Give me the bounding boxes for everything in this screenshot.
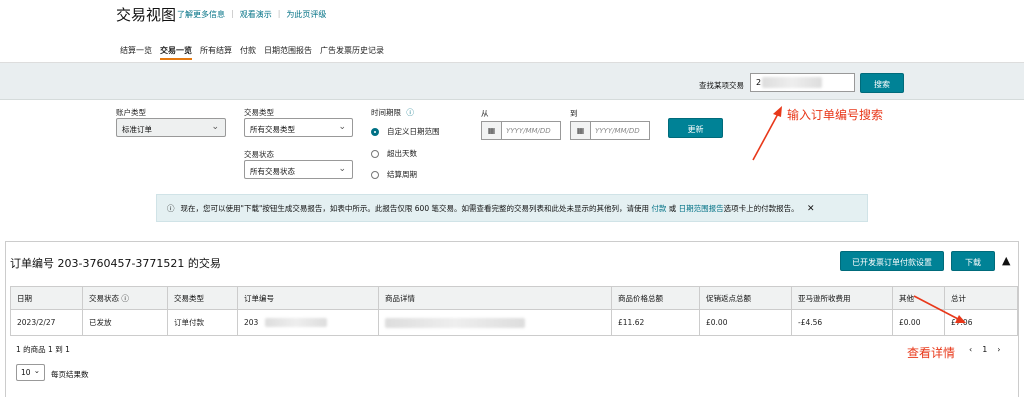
column-header: 促销返点总额 <box>699 286 792 310</box>
info-icon[interactable]: ⓘ <box>121 294 129 303</box>
pagination: ‹ 1 › <box>969 345 1001 354</box>
search-button[interactable]: 搜索 <box>860 73 904 93</box>
tab-bar: 结算一览 交易一览 所有结算 付款 日期范围报告 广告发票历史记录 <box>120 45 384 60</box>
product-cell <box>378 309 612 336</box>
account-type-label: 账户类型 <box>116 108 146 117</box>
learn-more-link[interactable]: 了解更多信息 <box>177 9 225 20</box>
search-annotation: 输入订单编号搜索 <box>787 108 884 122</box>
tab-ad-invoice-history[interactable]: 广告发票历史记录 <box>320 45 384 60</box>
order-number: 203 <box>244 317 259 327</box>
date-placeholder: YYYY/MM/DD <box>595 127 640 135</box>
column-header-text: 交易状态 <box>89 293 119 303</box>
account-type-select[interactable]: 标准订单 ⌄ <box>116 118 226 137</box>
to-date-input[interactable]: ▦ YYYY/MM/DD <box>570 121 650 140</box>
promo-cell: £0.00 <box>699 309 792 336</box>
time-period-text: 时间期限 <box>371 108 401 117</box>
to-label: 到 <box>570 109 578 118</box>
radio-icon <box>371 149 379 158</box>
watch-demo-link[interactable]: 观看演示 <box>240 9 272 20</box>
column-header: 亚马逊所收费用 <box>791 286 893 310</box>
invoice-settings-button[interactable]: 已开发票订单付款设置 <box>840 251 944 271</box>
column-header: 交易类型 <box>167 286 238 310</box>
radio-label: 超出天数 <box>387 149 417 158</box>
prev-page-icon[interactable]: ‹ <box>969 345 972 354</box>
txn-type-label: 交易类型 <box>244 108 274 117</box>
per-page-label: 每页结果数 <box>51 370 89 379</box>
date-placeholder: YYYY/MM/DD <box>506 127 551 135</box>
txn-status-value: 所有交易状态 <box>250 167 295 176</box>
transactions-table: 日期 交易状态 ⓘ 交易类型 订单编号 商品详情 商品价格总额 促销返点总额 亚… <box>10 286 1018 336</box>
panel-title: 订单编号 203-3760457-3771521 的交易 <box>10 257 221 270</box>
radio-label: 自定义日期范围 <box>387 127 440 136</box>
txn-type-select[interactable]: 所有交易类型 ⌄ <box>244 118 353 137</box>
search-label: 查找某项交易 <box>699 81 744 90</box>
detail-annotation: 查看详情 <box>907 346 956 360</box>
annotation-arrow-icon <box>913 295 966 323</box>
current-page[interactable]: 1 <box>982 345 987 354</box>
redacted-product <box>385 317 525 328</box>
per-page-select[interactable]: 10 ⌄ <box>16 364 45 381</box>
status-cell: 已发放 <box>82 309 168 336</box>
update-button[interactable]: 更新 <box>668 118 723 138</box>
radio-selected-icon <box>371 127 379 136</box>
type-cell: 订单付款 <box>167 309 238 336</box>
payments-link[interactable]: 付款 <box>651 204 666 213</box>
tab-all-settlements[interactable]: 所有结算 <box>200 45 232 60</box>
table-row: 2023/2/27 已发放 订单付款 203 £11.62 £0.00 -£4.… <box>10 309 1018 336</box>
column-header: 商品详情 <box>378 286 612 310</box>
from-date-input[interactable]: ▦ YYYY/MM/DD <box>481 121 561 140</box>
divider: | <box>231 9 234 18</box>
txn-status-label: 交易状态 <box>244 150 274 159</box>
redacted-order-number <box>762 77 822 88</box>
column-header: 交易状态 ⓘ <box>82 286 168 310</box>
date-range-reports-link[interactable]: 日期范围报告 <box>679 204 724 213</box>
header-links: 了解更多信息 | 观看演示 | 为此页评级 <box>177 9 326 20</box>
from-label: 从 <box>481 109 489 118</box>
radio-past-days[interactable]: 超出天数 <box>371 148 417 159</box>
tab-date-range-reports[interactable]: 日期范围报告 <box>264 45 312 60</box>
column-header: 日期 <box>10 286 83 310</box>
next-page-icon[interactable]: › <box>997 345 1000 354</box>
chevron-down-icon: ⌄ <box>338 122 346 132</box>
radio-label: 结算周期 <box>387 170 417 179</box>
download-button[interactable]: 下载 <box>951 251 995 271</box>
info-banner: ⓘ 现在，您可以使用"下载"按钮生成交易报告，如表中所示。此报告仅限 600 笔交… <box>156 194 868 222</box>
info-text: 现在，您可以使用"下载"按钮生成交易报告，如表中所示。此报告仅限 600 笔交易… <box>180 204 649 213</box>
info-text: 或 <box>668 204 677 213</box>
redacted-order-number <box>264 318 327 328</box>
time-period-label: 时间期限 ⓘ <box>371 107 414 118</box>
warning-icon: ▲ <box>1002 254 1011 267</box>
price-cell: £11.62 <box>611 309 700 336</box>
table-header-row: 日期 交易状态 ⓘ 交易类型 订单编号 商品详情 商品价格总额 促销返点总额 亚… <box>10 286 1018 310</box>
radio-icon <box>371 170 379 179</box>
info-icon[interactable]: ⓘ <box>406 108 414 117</box>
result-count: 1 的商品 1 到 1 <box>16 345 70 354</box>
tab-settlement-summary[interactable]: 结算一览 <box>120 45 152 60</box>
tab-transaction-view[interactable]: 交易一览 <box>160 45 192 60</box>
column-header: 订单编号 <box>237 286 379 310</box>
txn-type-value: 所有交易类型 <box>250 125 295 134</box>
chevron-down-icon: ⌄ <box>338 164 346 174</box>
account-type-value: 标准订单 <box>122 125 152 134</box>
info-circle-icon: ⓘ <box>167 204 175 213</box>
radio-custom-range[interactable]: 自定义日期范围 <box>371 126 440 137</box>
date-cell: 2023/2/27 <box>10 309 83 336</box>
annotation-arrow-icon <box>752 106 782 161</box>
chevron-down-icon: ⌄ <box>33 366 40 375</box>
chevron-down-icon: ⌄ <box>211 122 219 132</box>
divider: | <box>277 9 281 18</box>
column-header: 商品价格总额 <box>611 286 700 310</box>
per-page-value: 10 <box>21 368 31 377</box>
order-cell: 203 <box>237 309 379 336</box>
calendar-icon: ▦ <box>482 122 502 139</box>
tab-payments[interactable]: 付款 <box>240 45 256 60</box>
page-title: 交易视图 <box>116 6 177 24</box>
info-text: 选项卡上的付款报告。 <box>723 204 799 213</box>
rate-page-link[interactable]: 为此页评级 <box>286 9 326 20</box>
calendar-icon: ▦ <box>571 122 591 139</box>
fees-cell: -£4.56 <box>791 309 893 336</box>
radio-settlement-period[interactable]: 结算周期 <box>371 169 417 180</box>
close-icon[interactable]: ✕ <box>807 204 815 214</box>
txn-status-select[interactable]: 所有交易状态 ⌄ <box>244 160 353 179</box>
